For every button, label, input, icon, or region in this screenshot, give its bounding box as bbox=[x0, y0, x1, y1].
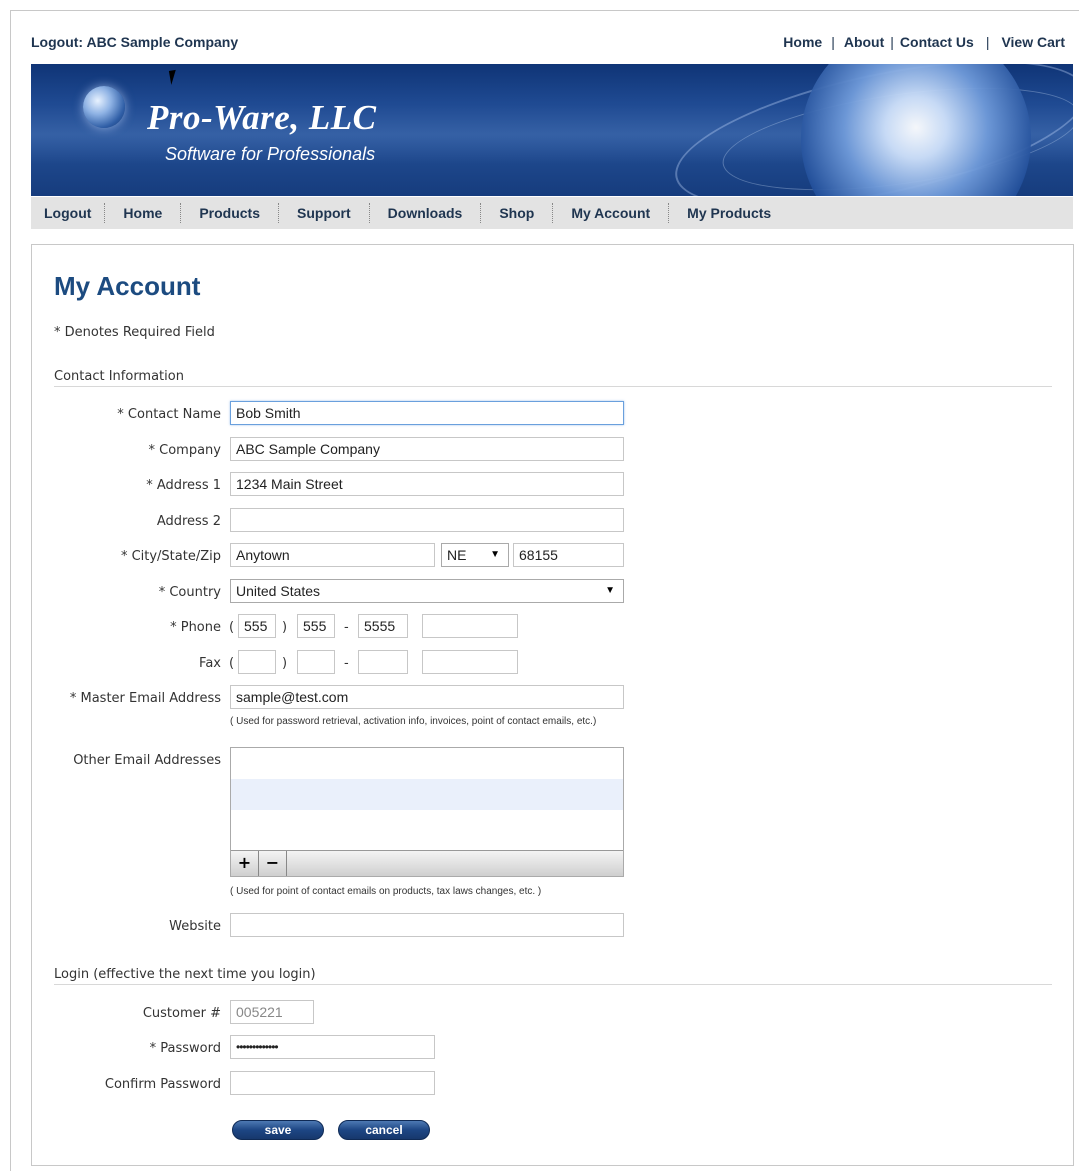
nav-item-home[interactable]: Home bbox=[105, 203, 182, 223]
other-emails-label: Other Email Addresses bbox=[73, 753, 221, 768]
nav-item-products[interactable]: Products bbox=[181, 203, 280, 223]
password-label: * Password bbox=[149, 1041, 221, 1056]
top-link-home[interactable]: Home bbox=[783, 34, 822, 50]
phone-close-paren: ) bbox=[282, 620, 288, 635]
company-label: * Company bbox=[148, 443, 221, 458]
fax-prefix-field[interactable] bbox=[297, 650, 335, 674]
city-field[interactable]: Anytown bbox=[230, 543, 435, 567]
contact-name-label: * Contact Name bbox=[117, 407, 221, 422]
dropdown-arrow-icon: ▼ bbox=[490, 549, 500, 560]
add-email-button[interactable]: + bbox=[231, 851, 259, 876]
nav-item-logout[interactable]: Logout bbox=[31, 203, 106, 223]
left-border bbox=[10, 10, 11, 1171]
phone-line-field[interactable]: 5555 bbox=[358, 614, 408, 638]
address2-label: Address 2 bbox=[156, 514, 221, 529]
mouse-cursor-icon bbox=[168, 69, 183, 85]
fax-area-code-field[interactable] bbox=[238, 650, 276, 674]
nav-item-my-products[interactable]: My Products bbox=[669, 203, 789, 223]
nav-item-support[interactable]: Support bbox=[279, 203, 370, 223]
nav-item-my-account[interactable]: My Account bbox=[553, 203, 670, 223]
section-contact-information: Contact Information bbox=[54, 369, 1052, 387]
fax-extension-field[interactable] bbox=[422, 650, 518, 674]
top-link-separator: | bbox=[985, 34, 990, 50]
zip-field[interactable]: 68155 bbox=[513, 543, 624, 567]
state-select[interactable]: NE ▼ bbox=[441, 543, 509, 567]
phone-extension-field[interactable] bbox=[422, 614, 518, 638]
brand-logo: Pro-Ware, LLC bbox=[147, 98, 377, 137]
phone-area-code-field[interactable]: 555 bbox=[238, 614, 276, 638]
other-emails-hint: ( Used for point of contact emails on pr… bbox=[230, 886, 542, 897]
company-field[interactable]: ABC Sample Company bbox=[230, 437, 624, 461]
website-label: Website bbox=[169, 919, 221, 934]
city-state-zip-label: * City/State/Zip bbox=[120, 549, 221, 564]
phone-open-paren: ( bbox=[229, 620, 235, 635]
top-link-view-cart[interactable]: View Cart bbox=[1001, 34, 1065, 50]
phone-dash: - bbox=[344, 620, 349, 635]
confirm-password-label: Confirm Password bbox=[104, 1077, 221, 1092]
top-links: Home | About | Contact Us | View Cart bbox=[783, 34, 1065, 50]
main-nav: Logout Home Products Support Downloads S… bbox=[31, 197, 1073, 229]
address2-field[interactable] bbox=[230, 508, 624, 532]
top-link-separator: | bbox=[890, 34, 894, 50]
phone-prefix-field[interactable]: 555 bbox=[297, 614, 335, 638]
country-label: * Country bbox=[158, 585, 221, 600]
brand-tagline: Software for Professionals bbox=[165, 144, 376, 164]
globe-icon bbox=[83, 86, 125, 128]
fax-close-paren: ) bbox=[282, 656, 288, 671]
other-emails-list[interactable]: + − bbox=[230, 747, 624, 877]
globe-icon bbox=[801, 64, 1031, 196]
top-link-contact-us[interactable]: Contact Us bbox=[900, 34, 974, 50]
customer-number-field: 005221 bbox=[230, 1000, 314, 1024]
country-select[interactable]: United States ▼ bbox=[230, 579, 624, 603]
master-email-hint: ( Used for password retrieval, activatio… bbox=[230, 716, 597, 727]
header-banner: Pro-Ware, LLC Software for Professionals bbox=[31, 64, 1073, 196]
password-field[interactable]: ••••••••••••• bbox=[230, 1035, 435, 1059]
fax-label: Fax bbox=[199, 656, 221, 671]
website-field[interactable] bbox=[230, 913, 624, 937]
save-button[interactable]: save bbox=[232, 1120, 324, 1140]
required-field-note: * Denotes Required Field bbox=[54, 325, 215, 340]
page-title: My Account bbox=[54, 271, 201, 301]
section-login: Login (effective the next time you login… bbox=[54, 967, 1052, 985]
master-email-field[interactable]: sample@test.com bbox=[230, 685, 624, 709]
nav-item-downloads[interactable]: Downloads bbox=[370, 203, 482, 223]
dropdown-arrow-icon: ▼ bbox=[605, 585, 615, 596]
email-list-toolbar: + − bbox=[231, 850, 623, 876]
cancel-button[interactable]: cancel bbox=[338, 1120, 430, 1140]
nav-item-shop[interactable]: Shop bbox=[481, 203, 554, 223]
country-select-value: United States bbox=[236, 583, 321, 599]
address1-field[interactable]: 1234 Main Street bbox=[230, 472, 624, 496]
confirm-password-field[interactable] bbox=[230, 1071, 435, 1095]
contact-name-field[interactable]: Bob Smith bbox=[230, 401, 624, 425]
top-link-about[interactable]: About bbox=[844, 34, 884, 50]
list-item[interactable] bbox=[231, 810, 623, 841]
phone-label: * Phone bbox=[170, 620, 221, 635]
fax-open-paren: ( bbox=[229, 656, 235, 671]
list-item[interactable] bbox=[231, 779, 623, 810]
master-email-label: * Master Email Address bbox=[69, 691, 221, 706]
remove-email-button[interactable]: − bbox=[259, 851, 287, 876]
account-form-panel: My Account * Denotes Required Field Cont… bbox=[31, 244, 1074, 1166]
logout-company-text[interactable]: Logout: ABC Sample Company bbox=[31, 34, 238, 50]
fax-line-field[interactable] bbox=[358, 650, 408, 674]
customer-number-label: Customer # bbox=[142, 1006, 221, 1021]
fax-dash: - bbox=[344, 656, 349, 671]
address1-label: * Address 1 bbox=[146, 478, 221, 493]
list-item[interactable] bbox=[231, 748, 623, 779]
top-link-separator: | bbox=[831, 34, 835, 50]
state-select-value: NE bbox=[447, 547, 467, 563]
top-bar: Logout: ABC Sample Company Home | About … bbox=[31, 32, 1065, 52]
top-border bbox=[10, 10, 1079, 11]
